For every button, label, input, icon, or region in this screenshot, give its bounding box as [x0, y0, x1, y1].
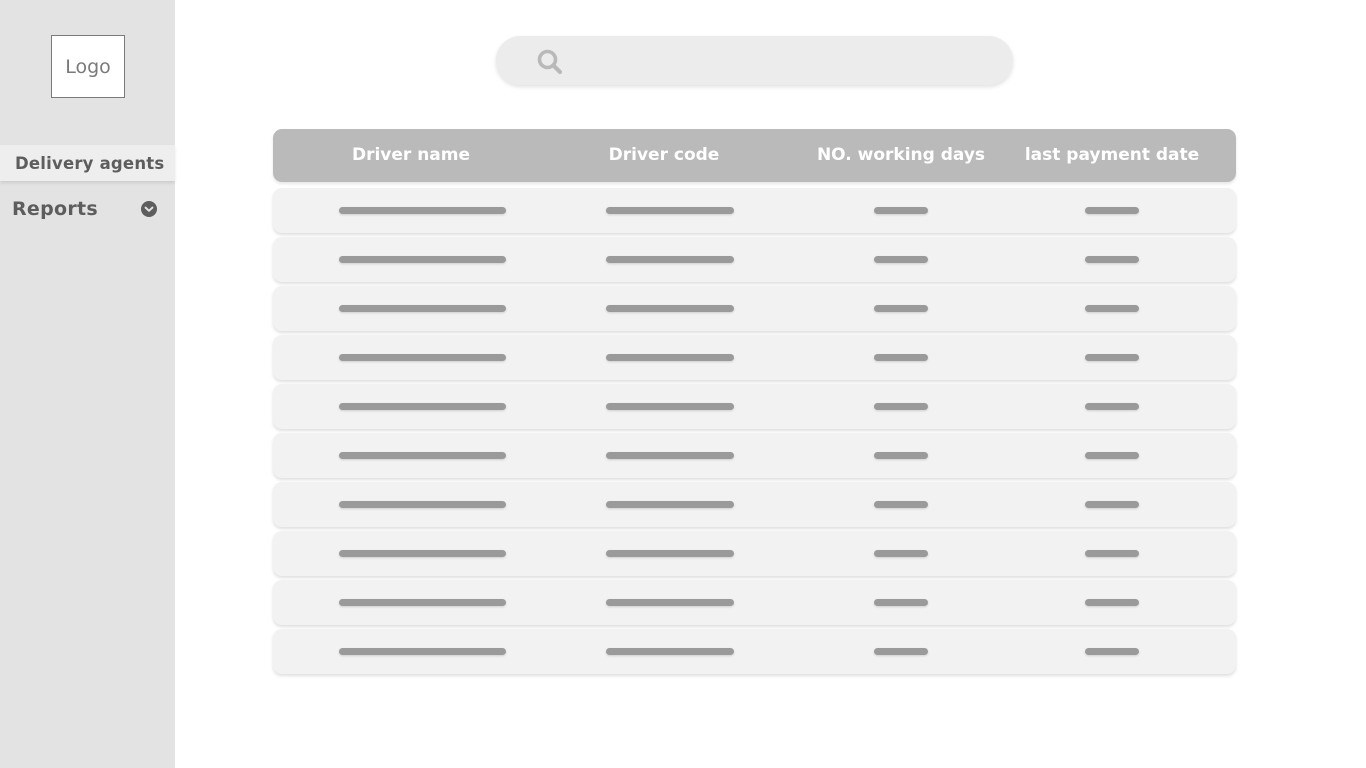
- cell-working-days-placeholder: [874, 599, 928, 606]
- cell-driver-name-placeholder: [339, 599, 506, 606]
- sidebar-item-label: Delivery agents: [15, 153, 165, 173]
- table-row[interactable]: [273, 237, 1236, 282]
- table-row[interactable]: [273, 286, 1236, 331]
- logo-text: Logo: [65, 55, 111, 78]
- cell-driver-name-placeholder: [339, 354, 506, 361]
- cell-driver-code-placeholder: [606, 599, 734, 606]
- cell-working-days-placeholder: [874, 648, 928, 655]
- cell-driver-name-placeholder: [339, 501, 506, 508]
- cell-driver-code-placeholder: [606, 256, 734, 263]
- cell-last-payment-date-placeholder: [1085, 354, 1139, 361]
- cell-driver-name-placeholder: [339, 452, 506, 459]
- cell-last-payment-date-placeholder: [1085, 403, 1139, 410]
- cell-last-payment-date-placeholder: [1085, 501, 1139, 508]
- cell-working-days-placeholder: [874, 403, 928, 410]
- sidebar-item-delivery-agents[interactable]: Delivery agents: [0, 145, 175, 181]
- sidebar-item-label: Reports: [12, 198, 99, 220]
- cell-driver-code-placeholder: [606, 648, 734, 655]
- table-row[interactable]: [273, 629, 1236, 674]
- table-row[interactable]: [273, 335, 1236, 380]
- cell-last-payment-date-placeholder: [1085, 452, 1139, 459]
- cell-working-days-placeholder: [874, 501, 928, 508]
- search-icon[interactable]: [536, 48, 564, 76]
- cell-last-payment-date-placeholder: [1085, 550, 1139, 557]
- cell-driver-name-placeholder: [339, 305, 506, 312]
- table-row[interactable]: [273, 433, 1236, 478]
- table-row[interactable]: [273, 531, 1236, 576]
- table-header: Driver name Driver code NO. working days…: [273, 129, 1236, 182]
- cell-working-days-placeholder: [874, 354, 928, 361]
- cell-driver-code-placeholder: [606, 354, 734, 361]
- search-input[interactable]: [580, 36, 984, 87]
- cell-driver-code-placeholder: [606, 207, 734, 214]
- column-header-last-payment-date[interactable]: last payment date: [1025, 129, 1199, 182]
- cell-driver-code-placeholder: [606, 501, 734, 508]
- search-bar[interactable]: [496, 36, 1013, 87]
- cell-last-payment-date-placeholder: [1085, 648, 1139, 655]
- cell-driver-name-placeholder: [339, 207, 506, 214]
- column-header-driver-code[interactable]: Driver code: [609, 129, 720, 182]
- cell-driver-code-placeholder: [606, 403, 734, 410]
- cell-working-days-placeholder: [874, 452, 928, 459]
- table-row[interactable]: [273, 384, 1236, 429]
- sidebar: Logo Delivery agents Reports: [0, 0, 175, 768]
- cell-last-payment-date-placeholder: [1085, 256, 1139, 263]
- cell-last-payment-date-placeholder: [1085, 599, 1139, 606]
- chevron-down-circle-icon[interactable]: [141, 201, 157, 217]
- cell-driver-code-placeholder: [606, 452, 734, 459]
- column-header-driver-name[interactable]: Driver name: [352, 129, 470, 182]
- cell-last-payment-date-placeholder: [1085, 305, 1139, 312]
- table-row[interactable]: [273, 482, 1236, 527]
- table-row[interactable]: [273, 188, 1236, 233]
- cell-working-days-placeholder: [874, 207, 928, 214]
- cell-last-payment-date-placeholder: [1085, 207, 1139, 214]
- cell-working-days-placeholder: [874, 305, 928, 312]
- cell-driver-code-placeholder: [606, 550, 734, 557]
- cell-driver-name-placeholder: [339, 403, 506, 410]
- logo: Logo: [51, 35, 125, 98]
- cell-driver-name-placeholder: [339, 648, 506, 655]
- cell-driver-name-placeholder: [339, 256, 506, 263]
- column-header-working-days[interactable]: NO. working days: [817, 129, 985, 182]
- cell-driver-name-placeholder: [339, 550, 506, 557]
- cell-working-days-placeholder: [874, 550, 928, 557]
- cell-driver-code-placeholder: [606, 305, 734, 312]
- sidebar-item-reports[interactable]: Reports: [0, 193, 175, 225]
- table-row[interactable]: [273, 580, 1236, 625]
- cell-working-days-placeholder: [874, 256, 928, 263]
